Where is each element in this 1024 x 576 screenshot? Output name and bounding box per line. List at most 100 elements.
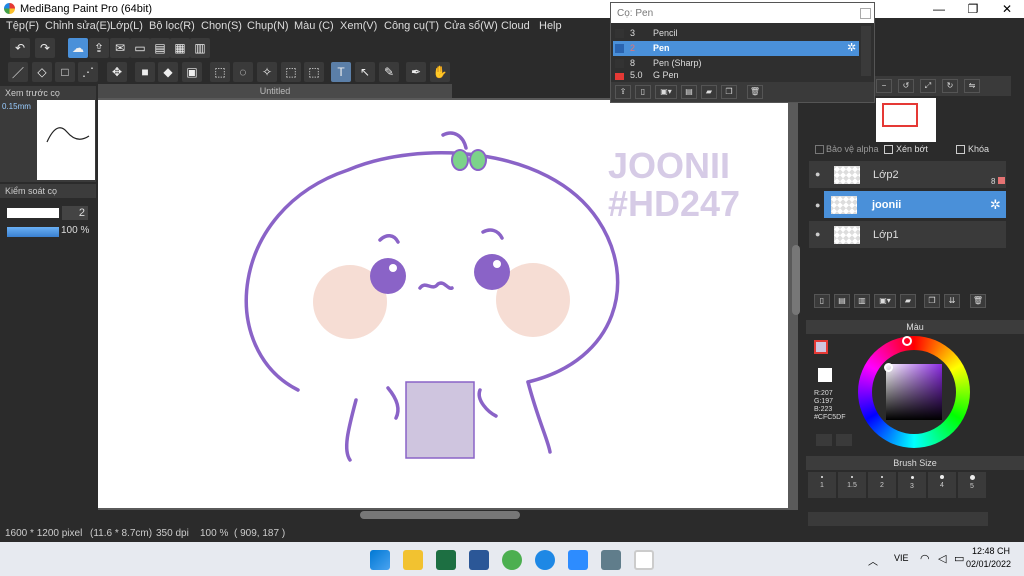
menu-file[interactable]: Tệp(F) <box>6 20 39 32</box>
rotate-left-icon[interactable]: ↺ <box>898 79 914 93</box>
cloud-icon[interactable]: ☁ <box>68 38 88 58</box>
excel-icon[interactable] <box>436 550 456 570</box>
brush-add-menu-icon[interactable]: ▣▾ <box>655 85 677 99</box>
select-pen-icon[interactable]: ⬚ <box>281 62 301 82</box>
fit-icon[interactable]: ⤢ <box>920 79 936 93</box>
clock-time[interactable]: 12:48 CH <box>972 546 1010 556</box>
layer-item[interactable]: ● Lớp2 8 <box>809 161 1006 189</box>
menu-capture[interactable]: Chụp(N) <box>247 20 289 32</box>
brush-size-item[interactable]: 3 <box>898 472 926 498</box>
layer-visibility-icon[interactable]: ● <box>815 200 820 210</box>
marquee-icon[interactable]: ⬚ <box>210 62 230 82</box>
chat-icon[interactable]: ▭ <box>130 38 150 58</box>
brush-window-close-icon[interactable] <box>860 8 871 19</box>
rotate-right-icon[interactable]: ↻ <box>942 79 958 93</box>
brush-size-row-2[interactable] <box>808 512 988 526</box>
operation-icon[interactable]: ↖ <box>355 62 375 82</box>
settings-grid-icon[interactable]: ▥ <box>190 38 210 58</box>
transparent-swatch[interactable] <box>818 368 832 382</box>
brush-size-item[interactable]: 4 <box>928 472 956 498</box>
word-icon[interactable] <box>469 550 489 570</box>
magic-wand-icon[interactable]: ✧ <box>257 62 277 82</box>
fill-rect-icon[interactable]: ■ <box>135 62 155 82</box>
navigator-view-rect[interactable] <box>882 103 918 127</box>
primary-color-swatch[interactable] <box>814 340 828 354</box>
bucket-icon[interactable]: ◆ <box>158 62 178 82</box>
navigator-thumbnail[interactable] <box>876 98 936 142</box>
zoom-icon[interactable] <box>568 550 588 570</box>
menu-select[interactable]: Chọn(S) <box>201 20 242 32</box>
pen-tool-icon[interactable]: ✒ <box>406 62 426 82</box>
folder-icon[interactable]: ▰ <box>900 294 916 308</box>
opacity-slider[interactable] <box>7 227 59 237</box>
clipping-checkbox[interactable] <box>884 145 893 154</box>
brush-cloud-icon[interactable]: ⇪ <box>615 85 631 99</box>
menu-color[interactable]: Màu (C) <box>294 20 334 32</box>
new-halftone-layer-icon[interactable]: ▤ <box>834 294 850 308</box>
medibang-taskbar-icon[interactable] <box>634 550 654 570</box>
wifi-icon[interactable]: ◠ <box>920 552 930 565</box>
lock-checkbox[interactable] <box>956 145 965 154</box>
brush-page-icon[interactable]: ▤ <box>681 85 697 99</box>
undo-icon[interactable]: ↶ <box>10 38 30 58</box>
vertical-scrollbar[interactable] <box>792 245 800 315</box>
brush-delete-icon[interactable]: 🗑 <box>747 85 763 99</box>
brush-settings-icon[interactable]: ✲ <box>847 41 856 56</box>
calculator-icon[interactable] <box>601 550 621 570</box>
palette-icon[interactable] <box>816 434 832 446</box>
clock-date[interactable]: 02/01/2022 <box>966 559 1011 569</box>
brush-item-selected[interactable]: 2 Pen ✲ <box>613 41 859 56</box>
eyedropper-icon[interactable]: ✎ <box>379 62 399 82</box>
menu-cloud[interactable]: Cloud <box>501 20 530 32</box>
lasso-icon[interactable]: ◌ <box>233 62 253 82</box>
zalo-icon[interactable] <box>535 550 555 570</box>
brush-width-slider[interactable] <box>7 208 59 218</box>
maximize-button[interactable]: ❐ <box>956 0 990 18</box>
comment-icon[interactable]: ✉ <box>110 38 130 58</box>
zoom-out-icon[interactable]: − <box>876 79 892 93</box>
canvas-paper[interactable]: JOONII #HD247 <box>98 100 788 508</box>
duplicate-layer-icon[interactable]: ❐ <box>924 294 940 308</box>
menu-help[interactable]: Help <box>539 20 562 32</box>
layer-item[interactable]: ● Lớp1 <box>809 221 1006 249</box>
battery-icon[interactable]: ▭ <box>954 552 964 565</box>
layer-item-selected[interactable]: joonii ✲ <box>824 191 1006 219</box>
eraser-icon[interactable]: ◇ <box>32 62 52 82</box>
brush-icon[interactable]: ／ <box>8 62 28 82</box>
brush-list-scrollbar[interactable] <box>861 26 871 76</box>
protect-alpha-checkbox[interactable] <box>815 145 824 154</box>
color-picker-icon[interactable] <box>836 434 852 446</box>
language-indicator[interactable]: VIE <box>894 553 909 563</box>
hue-ring[interactable] <box>858 336 970 448</box>
dot-pen-icon[interactable]: ⋰ <box>78 62 98 82</box>
hue-handle[interactable] <box>902 336 912 346</box>
brush-size-item[interactable]: 1 <box>808 472 836 498</box>
redo-icon[interactable]: ↷ <box>35 38 55 58</box>
color-handle[interactable] <box>884 363 893 372</box>
minimize-button[interactable]: — <box>922 0 956 18</box>
menu-edit[interactable]: Chỉnh sửa(E) <box>45 20 110 32</box>
layer-visibility-icon[interactable]: ● <box>815 169 820 179</box>
menu-layer[interactable]: Lớp(L) <box>110 20 143 32</box>
delete-layer-icon[interactable]: 🗑 <box>970 294 986 308</box>
brush-item[interactable]: 3 Pencil <box>613 26 859 41</box>
layer-visibility-icon[interactable]: ● <box>815 229 820 239</box>
brush-item[interactable]: 8 Pen (Sharp) <box>613 56 859 71</box>
page-icon[interactable]: ▤ <box>150 38 170 58</box>
brush-item[interactable]: 5.0 G Pen <box>613 71 859 80</box>
move-icon[interactable]: ✥ <box>107 62 127 82</box>
merge-layer-icon[interactable]: ⇊ <box>944 294 960 308</box>
rect-select-icon[interactable]: □ <box>55 62 75 82</box>
start-icon[interactable] <box>370 550 390 570</box>
menu-tools[interactable]: Công cụ(T) <box>384 20 439 32</box>
brush-folder-icon[interactable]: ▰ <box>701 85 717 99</box>
brush-duplicate-icon[interactable]: ❐ <box>721 85 737 99</box>
chrome-icon[interactable] <box>502 550 522 570</box>
close-button[interactable]: ✕ <box>990 0 1024 18</box>
gradient-icon[interactable]: ▣ <box>182 62 202 82</box>
brush-size-item[interactable]: 2 <box>868 472 896 498</box>
document-tab[interactable]: Untitled <box>98 84 452 98</box>
volume-icon[interactable]: ◁ <box>938 552 946 565</box>
layer-settings-icon[interactable]: ✲ <box>990 197 1001 213</box>
menu-filter[interactable]: Bộ lọc(R) <box>149 20 195 32</box>
